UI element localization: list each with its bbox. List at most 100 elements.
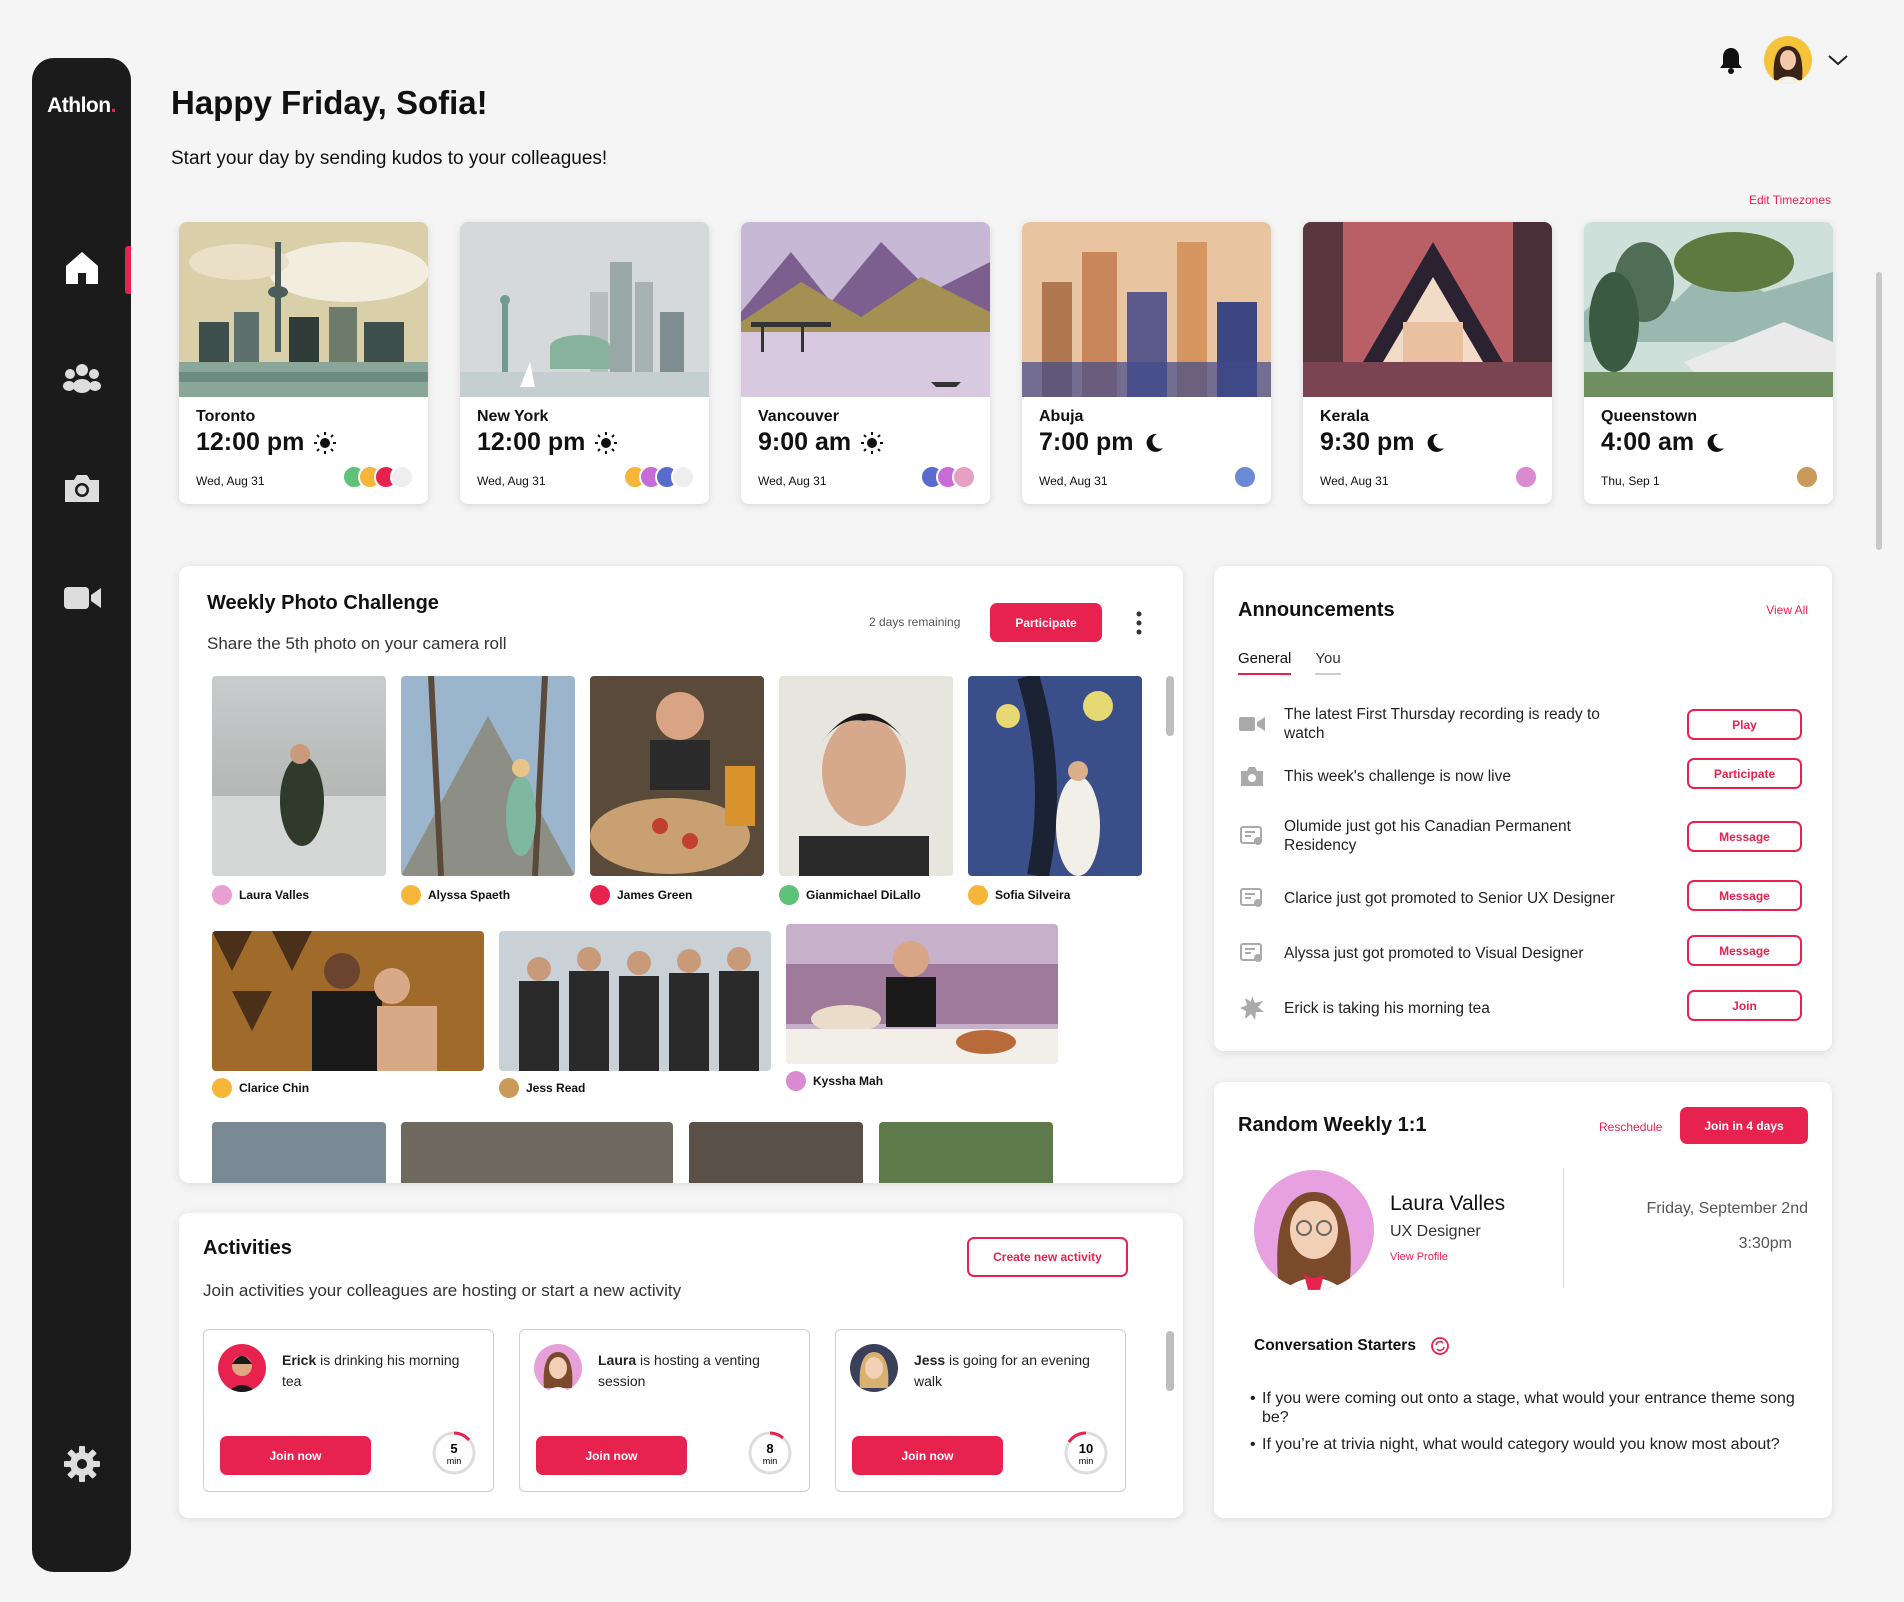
timezone-card-abuja[interactable]: Abuja 7:00 pm Wed, Aug 31 bbox=[1022, 222, 1271, 504]
view-all-link[interactable]: View All bbox=[1766, 603, 1808, 617]
join-activity-button[interactable]: Join now bbox=[852, 1436, 1003, 1475]
participate-button[interactable]: Participate bbox=[990, 603, 1102, 642]
reschedule-link[interactable]: Reschedule bbox=[1599, 1120, 1662, 1134]
edit-timezones-link[interactable]: Edit Timezones bbox=[1749, 193, 1831, 207]
avatar bbox=[1795, 465, 1819, 489]
camera-icon[interactable] bbox=[60, 466, 104, 510]
photo-tile[interactable] bbox=[786, 924, 1058, 1064]
photo-tile[interactable] bbox=[212, 931, 484, 1071]
photo-tile[interactable] bbox=[590, 676, 764, 876]
announcements-card: Announcements View All General You The l… bbox=[1214, 566, 1832, 1051]
photo-author[interactable]: Alyssa Spaeth bbox=[401, 885, 510, 905]
scrollbar-thumb[interactable] bbox=[1166, 676, 1174, 736]
timezone-date: Thu, Sep 1 bbox=[1601, 474, 1660, 488]
participate-button[interactable]: Participate bbox=[1687, 758, 1802, 789]
photo-author[interactable]: Sofia Silveira bbox=[968, 885, 1070, 905]
timezone-card-queenstown[interactable]: Queenstown 4:00 am Thu, Sep 1 bbox=[1584, 222, 1833, 504]
activity-timer: 8min bbox=[748, 1431, 792, 1475]
avatar[interactable] bbox=[1254, 1170, 1374, 1290]
timezone-city: New York bbox=[477, 408, 549, 425]
join-activity-button[interactable]: Join now bbox=[220, 1436, 371, 1475]
photo-tile[interactable] bbox=[212, 676, 386, 876]
moon-icon bbox=[1707, 433, 1725, 452]
timezone-time: 4:00 am bbox=[1601, 428, 1726, 457]
activity-timer: 10min bbox=[1064, 1431, 1108, 1475]
activity-card[interactable]: Laura is hosting a venting session Join … bbox=[519, 1329, 810, 1492]
announcement-item: Clarice just got promoted to Senior UX D… bbox=[1238, 880, 1808, 912]
timezone-card-kerala[interactable]: Kerala 9:30 pm Wed, Aug 31 bbox=[1303, 222, 1552, 504]
announcements-title: Announcements bbox=[1238, 599, 1395, 621]
photo-tile[interactable] bbox=[499, 931, 771, 1071]
timezone-city: Abuja bbox=[1039, 408, 1084, 425]
scrollbar-thumb[interactable] bbox=[1166, 1331, 1174, 1391]
play-button[interactable]: Play bbox=[1687, 709, 1802, 740]
sidebar: Athlon. bbox=[32, 58, 131, 1572]
vancouver-landscape-image bbox=[741, 222, 990, 397]
join-meeting-button[interactable]: Join in 4 days bbox=[1680, 1107, 1808, 1144]
message-button[interactable]: Message bbox=[1687, 821, 1802, 852]
photo-author[interactable]: Gianmichael DiLallo bbox=[779, 885, 921, 905]
photo-tile[interactable] bbox=[879, 1122, 1053, 1183]
camera-icon bbox=[1241, 767, 1263, 786]
photo-tile[interactable] bbox=[968, 676, 1142, 876]
more-options-icon[interactable] bbox=[1134, 610, 1144, 636]
team-icon[interactable] bbox=[60, 356, 104, 400]
timezone-members[interactable] bbox=[1795, 465, 1819, 489]
starburst-icon bbox=[1240, 996, 1264, 1020]
message-button[interactable]: Message bbox=[1687, 935, 1802, 966]
timezone-card-toronto[interactable]: Toronto 12:00 pm Wed, Aug 31 bbox=[179, 222, 428, 504]
one-on-one-card: Random Weekly 1:1 Reschedule Join in 4 d… bbox=[1214, 1082, 1832, 1518]
avatar bbox=[850, 1344, 898, 1392]
photo-author[interactable]: Laura Valles bbox=[212, 885, 309, 905]
avatar bbox=[1233, 465, 1257, 489]
page-subtitle: Start your day by sending kudos to your … bbox=[171, 148, 608, 169]
page-title: Happy Friday, Sofia! bbox=[171, 84, 488, 121]
photo-tile[interactable] bbox=[689, 1122, 863, 1183]
video-icon[interactable] bbox=[60, 576, 104, 620]
timezone-members[interactable] bbox=[1233, 465, 1257, 489]
tab-general[interactable]: General bbox=[1238, 650, 1292, 675]
photo-tile[interactable] bbox=[401, 676, 575, 876]
timezone-card-vancouver[interactable]: Vancouver 9:00 am Wed, Aug 31 bbox=[741, 222, 990, 504]
user-avatar[interactable] bbox=[1764, 36, 1812, 84]
timezone-date: Wed, Aug 31 bbox=[1039, 474, 1108, 488]
person-name: Laura Valles bbox=[1390, 1192, 1506, 1215]
activity-card[interactable]: Erick is drinking his morning tea Join n… bbox=[203, 1329, 494, 1492]
announcements-tabs: General You bbox=[1238, 650, 1341, 675]
photo-author[interactable]: Kyssha Mah bbox=[786, 1071, 883, 1091]
join-activity-button[interactable]: Join now bbox=[536, 1436, 687, 1475]
message-button[interactable]: Message bbox=[1687, 880, 1802, 911]
avatar bbox=[534, 1344, 582, 1392]
photo-challenge-subtitle: Share the 5th photo on your camera roll bbox=[207, 634, 507, 653]
join-button[interactable]: Join bbox=[1687, 990, 1802, 1021]
app-logo[interactable]: Athlon. bbox=[32, 94, 131, 118]
notification-bell-icon[interactable] bbox=[1718, 46, 1744, 74]
days-remaining: 2 days remaining bbox=[869, 615, 961, 629]
timezone-time: 12:00 pm bbox=[477, 428, 618, 457]
one-on-one-title: Random Weekly 1:1 bbox=[1238, 1114, 1427, 1136]
announcement-item: This week's challenge is now live Partic… bbox=[1238, 758, 1808, 790]
timezone-time: 9:30 pm bbox=[1320, 428, 1446, 457]
photo-tile[interactable] bbox=[779, 676, 953, 876]
page-scrollbar-thumb[interactable] bbox=[1876, 272, 1882, 550]
settings-icon[interactable] bbox=[60, 1442, 104, 1486]
home-icon[interactable] bbox=[60, 246, 104, 290]
chevron-down-icon[interactable] bbox=[1826, 52, 1850, 68]
photo-author[interactable]: Jess Read bbox=[499, 1078, 585, 1098]
photo-author[interactable]: James Green bbox=[590, 885, 692, 905]
timezone-members[interactable] bbox=[342, 465, 414, 489]
timezone-members[interactable] bbox=[1514, 465, 1538, 489]
refresh-icon[interactable] bbox=[1430, 1336, 1450, 1356]
timezone-card-new-york[interactable]: New York 12:00 pm Wed, Aug 31 bbox=[460, 222, 709, 504]
view-profile-link[interactable]: View Profile bbox=[1390, 1251, 1448, 1263]
photo-tile[interactable] bbox=[401, 1122, 673, 1183]
conversation-starters-header: Conversation Starters bbox=[1254, 1336, 1450, 1356]
create-activity-button[interactable]: Create new activity bbox=[967, 1237, 1128, 1277]
photo-tile[interactable] bbox=[212, 1122, 386, 1183]
photo-author[interactable]: Clarice Chin bbox=[212, 1078, 309, 1098]
tab-you[interactable]: You bbox=[1315, 650, 1341, 675]
timezone-members[interactable] bbox=[920, 465, 976, 489]
timezone-members[interactable] bbox=[623, 465, 695, 489]
timezone-date: Wed, Aug 31 bbox=[477, 474, 546, 488]
activity-card[interactable]: Jess is going for an evening walk Join n… bbox=[835, 1329, 1126, 1492]
